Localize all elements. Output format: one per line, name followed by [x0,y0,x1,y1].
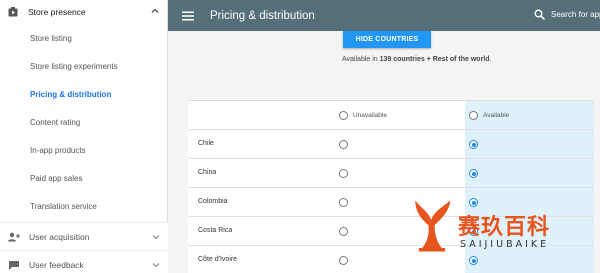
country-name: Costa Rica [198,227,233,234]
search-placeholder: Search for app [551,10,600,19]
chevron-down-icon[interactable] [152,233,160,241]
search-icon [534,9,545,20]
header-available-label: Available [483,112,510,119]
sidebar: Store presence Store listing Store listin… [0,0,168,273]
chevron-up-icon[interactable] [151,7,159,15]
country-name: Colombia [198,198,228,205]
sidebar-header-store-presence[interactable]: Store presence [0,0,167,24]
sidebar-section-label: User acquisition [29,231,90,242]
sidebar-item-store-listing[interactable]: Store listing [0,24,167,52]
availability-summary: Available in 139 countries + Rest of the… [342,56,492,63]
top-app-bar: Pricing & distribution Search for app [168,0,600,31]
available-all-radio[interactable] [469,111,478,120]
sidebar-item-store-listing-experiments[interactable]: Store listing experiments [0,52,167,80]
page-title: Pricing & distribution [210,9,315,22]
unavailable-all-radio[interactable] [339,111,348,120]
sidebar-section-user-acquisition[interactable]: User acquisition [0,222,168,250]
table-header-row: Unavailable Available [188,101,594,130]
search-field[interactable]: Search for app [534,9,600,20]
watermark-logo: 赛玖百科 SAIJIUBAIKE [410,195,600,273]
person-add-icon [8,232,20,241]
unavailable-radio[interactable] [339,140,348,149]
sidebar-section-user-feedback[interactable]: User feedback [0,250,168,273]
feedback-icon [9,260,19,270]
country-name: Côte d'Ivoire [198,256,238,263]
sidebar-item-content-rating[interactable]: Content rating [0,108,167,136]
sidebar-item-in-app-products[interactable]: In-app products [0,136,167,164]
country-name: China [198,169,217,176]
whale-tail-icon [415,200,451,252]
sidebar-section-label: User feedback [29,259,84,270]
availability-count: 139 countries + Rest of the world [379,56,490,63]
menu-icon[interactable] [182,11,194,21]
chevron-down-icon[interactable] [152,261,160,269]
country-name: Chile [198,140,214,147]
table-row: Chile [188,130,594,159]
watermark-subtext: SAIJIUBAIKE [460,239,550,250]
sidebar-item-paid-app-sales[interactable]: Paid app sales [0,164,167,192]
app-icon [8,7,18,17]
available-radio[interactable] [469,140,478,149]
sidebar-item-translation-service[interactable]: Translation service [0,192,167,220]
watermark-text: 赛玖百科 [458,215,551,240]
unavailable-radio[interactable] [339,169,348,178]
table-row: China [188,159,594,188]
sidebar-header-label: Store presence [28,7,86,17]
hide-countries-button[interactable]: HIDE COUNTRIES [343,31,431,48]
available-radio[interactable] [469,169,478,178]
unavailable-radio[interactable] [339,227,348,236]
unavailable-radio[interactable] [339,256,348,265]
unavailable-radio[interactable] [339,198,348,207]
header-unavailable-label: Unavailable [353,112,387,119]
sidebar-item-pricing-distribution[interactable]: Pricing & distribution [0,80,167,108]
